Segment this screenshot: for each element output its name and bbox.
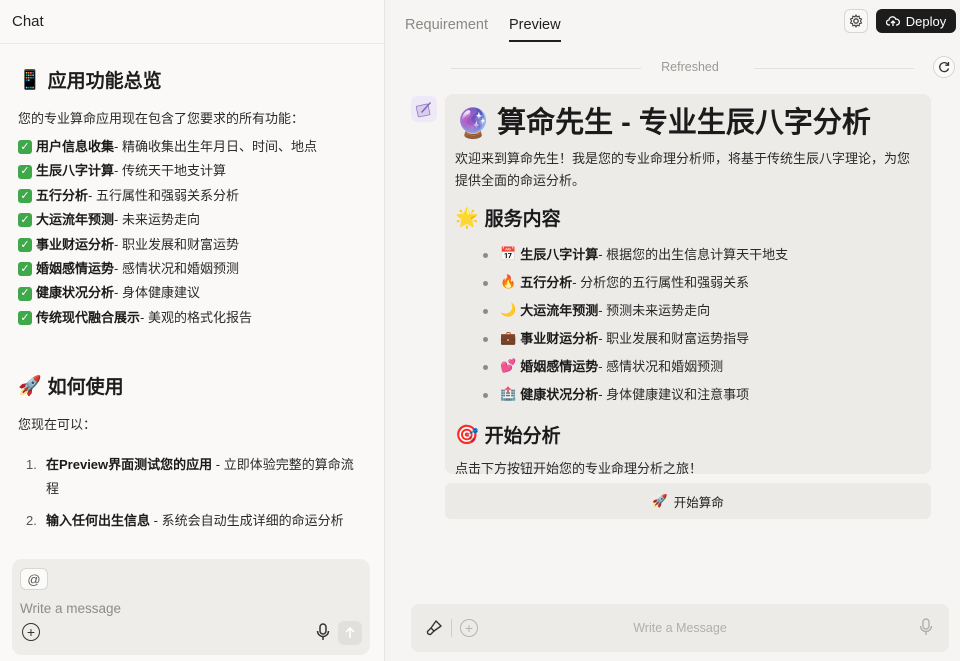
check-icon: ✓ xyxy=(18,286,32,301)
feature-item: ✓ 传统现代融合展示 - 美观的格式化报告 xyxy=(18,306,366,330)
check-icon: ✓ xyxy=(18,311,32,326)
quill-icon xyxy=(415,102,431,118)
moon-icon: 🌙 xyxy=(500,303,517,318)
service-item: 💼 事业财运分析 - 职业发展和财富运势指导 xyxy=(483,325,921,353)
target-icon: 🎯 xyxy=(455,424,479,446)
assistant-avatar xyxy=(411,96,437,122)
arrow-up-icon xyxy=(345,627,355,638)
refresh-icon xyxy=(939,61,950,73)
calendar-icon: 📅 xyxy=(500,247,517,262)
rocket-icon: 🚀 xyxy=(652,493,668,508)
check-icon: ✓ xyxy=(18,262,32,277)
hospital-icon: 🏥 xyxy=(500,387,517,402)
check-icon: ✓ xyxy=(18,140,32,155)
start-heading: 🎯 开始分析 xyxy=(455,424,561,447)
phone-icon: 📱 xyxy=(18,69,42,91)
deploy-button[interactable]: Deploy xyxy=(876,9,956,33)
briefcase-icon: 💼 xyxy=(500,331,517,346)
chat-panel: Chat 📱 应用功能总览 您的专业算命应用现在包含了您要求的所有功能： ✓ 用户… xyxy=(0,0,385,661)
gear-icon xyxy=(849,14,863,28)
service-item: 🔥 五行分析 - 分析您的五行属性和强弱关系 xyxy=(483,269,921,297)
message-input[interactable]: Write a message xyxy=(20,601,121,616)
refreshed-divider: Refreshed xyxy=(391,58,960,78)
section-heading-how-to-use: 🚀 如何使用 xyxy=(18,375,124,399)
feature-item: ✓ 用户信息收集 - 精确收集出生年月日、时间、地点 xyxy=(18,135,366,159)
chat-title: Chat xyxy=(12,13,44,30)
microphone-icon[interactable] xyxy=(919,618,933,636)
check-icon: ✓ xyxy=(18,189,32,204)
chat-header: Chat xyxy=(0,0,384,44)
service-item: 📅 生辰八字计算 - 根据您的出生信息计算天干地支 xyxy=(483,241,921,269)
preview-message-input[interactable]: Write a Message xyxy=(411,621,949,635)
start-fortune-button[interactable]: 🚀 开始算命 xyxy=(445,483,931,519)
hearts-icon: 💕 xyxy=(500,359,517,374)
step-item: 1. 在Preview界面测试您的应用 - 立即体验完整的算命流程 xyxy=(26,457,354,497)
service-item: 💕 婚姻感情运势 - 感情状况和婚姻预测 xyxy=(483,353,921,381)
intro-text: 欢迎来到算命先生！我是您的专业命理分析师，将基于传统生辰八字理论，为您提供全面的… xyxy=(455,151,911,188)
tab-requirement[interactable]: Requirement xyxy=(405,17,488,42)
service-item: 🏥 健康状况分析 - 身体健康建议和注意事项 xyxy=(483,381,921,409)
services-heading: 🌟 服务内容 xyxy=(455,207,561,230)
feature-item: ✓ 事业财运分析 - 职业发展和财富运势 xyxy=(18,233,366,257)
feature-list: ✓ 用户信息收集 - 精确收集出生年月日、时间、地点 ✓ 生辰八字计算 - 传统天干… xyxy=(18,135,366,330)
feature-item: ✓ 婚姻感情运势 - 感情状况和婚姻预测 xyxy=(18,257,366,281)
send-button[interactable] xyxy=(338,621,362,645)
app-title: 🔮 算命先生 - 专业生辰八字分析 xyxy=(455,106,871,140)
star-icon: 🌟 xyxy=(455,207,479,229)
feature-item: ✓ 五行分析 - 五行属性和强弱关系分析 xyxy=(18,184,366,208)
summary-text: 您的专业算命应用现在包含了您要求的所有功能： xyxy=(18,111,305,126)
services-list: 📅 生辰八字计算 - 根据您的出生信息计算天干地支 🔥 五行分析 - 分析您的五行属… xyxy=(455,241,921,409)
crystal-ball-icon: 🔮 xyxy=(455,106,492,140)
chat-composer[interactable]: @ Write a message + xyxy=(12,559,370,655)
fire-icon: 🔥 xyxy=(500,275,517,290)
check-icon: ✓ xyxy=(18,213,32,228)
refreshed-label: Refreshed xyxy=(661,60,719,74)
refresh-button[interactable] xyxy=(933,56,955,78)
section-heading-overview: 📱 应用功能总览 xyxy=(18,69,162,92)
chat-message: 📱 应用功能总览 您的专业算命应用现在包含了您要求的所有功能： ✓ 用户信息收集 … xyxy=(0,44,384,553)
mention-button[interactable]: @ xyxy=(20,568,48,590)
microphone-icon[interactable] xyxy=(316,623,330,641)
cloud-upload-icon xyxy=(885,16,900,26)
tab-preview[interactable]: Preview xyxy=(509,17,561,42)
rocket-icon: 🚀 xyxy=(18,375,42,398)
start-text: 点击下方按钮开始您的专业命理分析之旅！ xyxy=(455,461,703,476)
check-icon: ✓ xyxy=(18,238,32,252)
can-now-text: 您现在可以： xyxy=(18,417,97,433)
feature-item: ✓ 生辰八字计算 - 传统天干地支计算 xyxy=(18,159,366,183)
service-item: 🌙 大运流年预测 - 预测未来运势走向 xyxy=(483,297,921,325)
settings-button[interactable] xyxy=(844,9,868,33)
steps-list: 1. 在Preview界面测试您的应用 - 立即体验完整的算命流程 2. 输入任… xyxy=(18,453,366,533)
preview-composer[interactable]: + Write a Message xyxy=(411,604,949,652)
feature-item: ✓ 大运流年预测 - 未来运势走向 xyxy=(18,208,366,232)
preview-card: 🔮 算命先生 - 专业生辰八字分析 欢迎来到算命先生！我是您的专业命理分析师，将… xyxy=(445,94,931,476)
step-item: 2. 输入任何出生信息 - 系统会自动生成详细的命运分析 xyxy=(26,513,344,529)
add-attachment-icon[interactable]: + xyxy=(22,623,40,641)
check-icon: ✓ xyxy=(18,164,32,179)
feature-item: ✓ 健康状况分析 - 身体健康建议 xyxy=(18,281,366,305)
preview-panel: Requirement Preview Deploy Refreshed 🔮 算… xyxy=(391,0,960,661)
tab-bar: Requirement Preview xyxy=(391,0,960,42)
